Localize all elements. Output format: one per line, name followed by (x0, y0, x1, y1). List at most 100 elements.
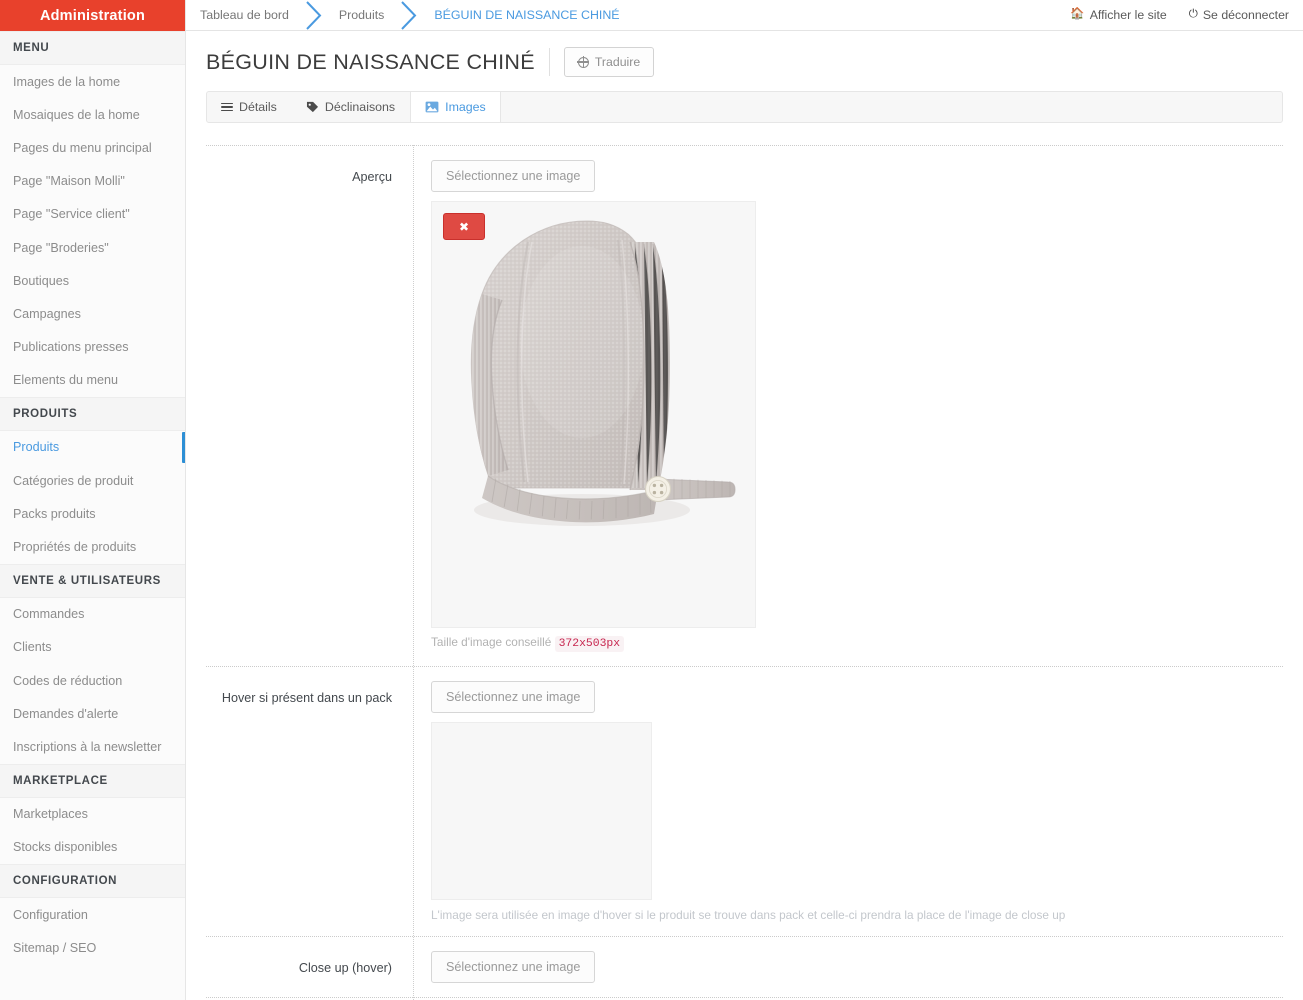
topbar-actions: 🏠 Afficher le site ⏻ Se déconnecter (1070, 8, 1289, 22)
sidebar-item-elements-du-menu[interactable]: Elements du menu (0, 363, 185, 397)
breadcrumb-chevron-icon (303, 0, 325, 31)
sidebar-item-label: Boutiques (13, 273, 70, 288)
form-row-apercu: Aperçu Sélectionnez une image ✖ Taille d… (186, 146, 1303, 652)
title-divider (548, 48, 550, 76)
tag-icon (306, 101, 318, 113)
breadcrumb-item-0[interactable]: Tableau de bord (186, 0, 303, 31)
sidebar-item-label: Inscriptions à la newsletter (13, 739, 162, 754)
sidebar-item-label: Clients (13, 640, 52, 655)
globe-icon (577, 56, 590, 68)
hover-pack-hint: L'image sera utilisée en image d'hover s… (431, 908, 1066, 922)
sidebar-item-stocks-disponibles[interactable]: Stocks disponibles (0, 830, 185, 864)
page-header: BÉGUIN DE NAISSANCE CHINÉ Traduire (186, 31, 1303, 91)
sidebar-item-label: Campagnes (13, 306, 81, 321)
topbar: Tableau de bord Produits BÉGUIN DE NAISSAN… (186, 0, 1303, 31)
tab-images[interactable]: Images (410, 92, 501, 122)
sidebar-item-label: Propriétés de produits (13, 540, 137, 555)
sidebar-item-label: Pages du menu principal (13, 140, 152, 155)
sidebar-item-mosaiques-de-la-home[interactable]: Mosaiques de la home (0, 98, 185, 132)
sidebar-nav: MENU Images de la home Mosaiques de la hom… (0, 31, 185, 965)
sidebar-item-clients[interactable]: Clients (0, 630, 185, 664)
sidebar-item-page-maison-molli[interactable]: Page "Maison Molli" (0, 164, 185, 198)
apercu-control: Sélectionnez une image ✖ Taille d'image … (413, 160, 1283, 652)
breadcrumb-item-1[interactable]: Produits (325, 0, 398, 31)
tab-bar: Détails Déclinaisons Images (206, 91, 1283, 123)
tab-d-clinaisons[interactable]: Déclinaisons (292, 92, 410, 122)
logout-label: Se déconnecter (1202, 8, 1289, 22)
sidebar-section-produits: PRODUITS (0, 396, 185, 431)
sidebar-item-sitemap-seo[interactable]: Sitemap / SEO (0, 931, 185, 965)
breadcrumb: Tableau de bord Produits BÉGUIN DE NAISSAN… (186, 0, 634, 31)
sidebar-section-menu: MENU (0, 31, 185, 65)
sidebar-item-marketplaces[interactable]: Marketplaces (0, 797, 185, 831)
logout-link[interactable]: ⏻ Se déconnecter (1189, 8, 1289, 22)
sidebar-item-publications-presses[interactable]: Publications presses (0, 330, 185, 364)
sidebar-item-label: Sitemap / SEO (13, 940, 97, 955)
sidebar-item-label: Stocks disponibles (13, 840, 118, 855)
closeup-select-image-button[interactable]: Sélectionnez une image (431, 951, 596, 983)
sidebar-item-label: Configuration (13, 907, 88, 922)
sidebar: Administration MENU Images de la home Mosa… (0, 0, 186, 1000)
sidebar-item-commandes[interactable]: Commandes (0, 597, 185, 631)
breadcrumb-item-2[interactable]: BÉGUIN DE NAISSANCE CHINÉ (420, 0, 633, 31)
apercu-hint-text: Taille d'image conseillé (431, 635, 552, 649)
list-icon (221, 102, 233, 112)
apercu-label: Aperçu (352, 170, 392, 184)
sidebar-item-label: Packs produits (13, 506, 96, 521)
sidebar-item-configuration[interactable]: Configuration (0, 897, 185, 932)
sidebar-item-cat-gories-de-produit[interactable]: Catégories de produit (0, 464, 185, 498)
main-content: Tableau de bord Produits BÉGUIN DE NAISSAN… (186, 0, 1303, 1000)
sidebar-item-label: Demandes d'alerte (13, 706, 119, 721)
sidebar-item-boutiques[interactable]: Boutiques (0, 264, 185, 298)
hover-pack-control: Sélectionnez une image L'image sera util… (413, 681, 1283, 922)
apercu-hint: Taille d'image conseillé 372x503px (431, 635, 1283, 652)
apercu-select-image-button[interactable]: Sélectionnez une image (431, 160, 596, 192)
page-title: BÉGUIN DE NAISSANCE CHINÉ (206, 49, 535, 74)
tab-label: Images (445, 100, 486, 114)
closeup-control: Sélectionnez une image (413, 951, 1283, 983)
view-site-link[interactable]: 🏠 Afficher le site (1070, 8, 1166, 22)
breadcrumb-chevron-icon (398, 0, 420, 31)
sidebar-item-label: Catégories de produit (13, 473, 134, 488)
button-detail (644, 475, 672, 503)
sidebar-item-pages-du-menu-principal[interactable]: Pages du menu principal (0, 131, 185, 165)
sidebar-item-label: Page "Service client" (13, 207, 130, 222)
translate-button[interactable]: Traduire (563, 47, 655, 77)
product-image (432, 202, 755, 627)
sidebar-item-label: Marketplaces (13, 807, 88, 822)
sidebar-item-codes-de-r-duction[interactable]: Codes de réduction (0, 664, 185, 698)
delete-image-button[interactable]: ✖ (443, 213, 485, 240)
sidebar-section-configuration: CONFIGURATION (0, 863, 185, 898)
sidebar-item-label: Codes de réduction (13, 673, 123, 688)
form-area: Aperçu Sélectionnez une image ✖ Taille d… (186, 145, 1303, 1000)
tab-d-tails[interactable]: Détails (207, 92, 292, 122)
home-icon: 🏠 (1070, 8, 1085, 21)
closeup-label: Close up (hover) (298, 961, 392, 975)
view-site-label: Afficher le site (1089, 8, 1167, 22)
sidebar-item-propri-t-s-de-produits[interactable]: Propriétés de produits (0, 530, 185, 564)
sidebar-item-campagnes[interactable]: Campagnes (0, 297, 185, 331)
power-icon: ⏻ (1188, 8, 1198, 21)
sidebar-item-label: Elements du menu (13, 373, 119, 388)
recommended-size-code: 372x503px (554, 636, 625, 652)
sidebar-item-label: Mosaiques de la home (13, 107, 140, 122)
sidebar-item-label: Publications presses (13, 340, 129, 355)
sidebar-section-vente-utilisateurs: VENTE & UTILISATEURS (0, 563, 185, 598)
sidebar-item-demandes-dalerte[interactable]: Demandes d'alerte (0, 697, 185, 731)
sidebar-item-images-de-la-home[interactable]: Images de la home (0, 65, 185, 99)
sidebar-item-label: Produits (13, 440, 60, 455)
hover-pack-label: Hover si présent dans un pack (221, 691, 392, 705)
sidebar-item-produits[interactable]: Produits (0, 430, 185, 465)
form-row-closeup: Close up (hover) Sélectionnez une image (186, 937, 1303, 983)
hover-pack-preview-empty (431, 722, 652, 900)
hover-pack-select-image-button[interactable]: Sélectionnez une image (431, 681, 596, 713)
brand-title: Administration (0, 0, 185, 31)
sidebar-item-label: Page "Maison Molli" (13, 174, 125, 189)
sidebar-item-packs-produits[interactable]: Packs produits (0, 497, 185, 531)
sidebar-item-page-broderies[interactable]: Page "Broderies" (0, 230, 185, 265)
sidebar-item-inscriptions-la-newsletter[interactable]: Inscriptions à la newsletter (0, 730, 185, 764)
tab-label: Détails (239, 100, 277, 114)
form-row-hover-pack: Hover si présent dans un pack Sélectionn… (186, 667, 1303, 922)
tab-label: Déclinaisons (324, 100, 396, 114)
sidebar-item-page-service-client[interactable]: Page "Service client" (0, 197, 185, 231)
